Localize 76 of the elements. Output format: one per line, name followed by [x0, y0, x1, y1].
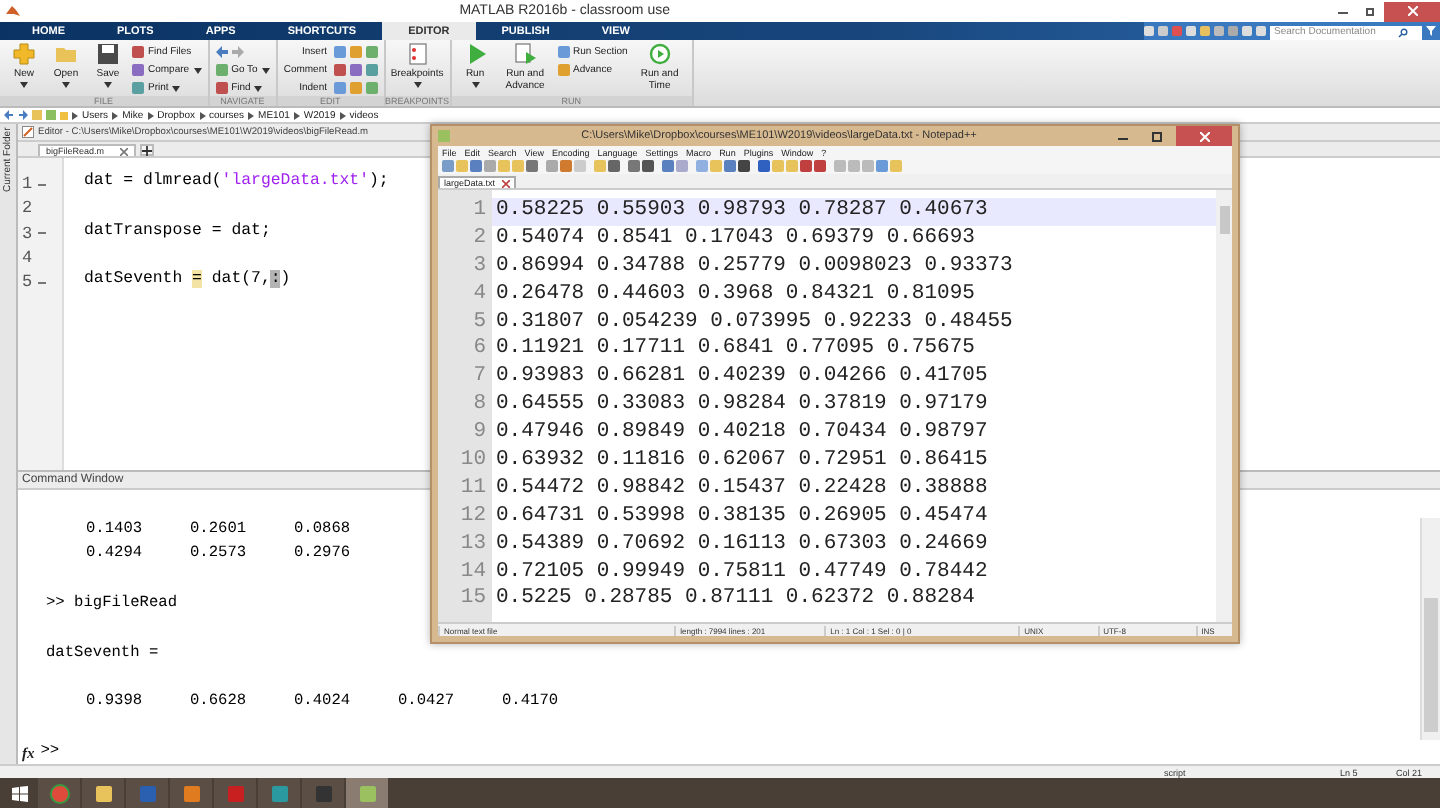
tool-icon-row[interactable] [333, 80, 378, 96]
scrollbar-thumb[interactable] [1219, 206, 1229, 234]
text-line: 0.47946 0.89849 0.40218 0.70434 0.98797 [494, 420, 990, 449]
code-line: datTranspose = dat; [84, 221, 273, 244]
chevron-icon [147, 111, 154, 119]
close-button[interactable] [1176, 126, 1232, 146]
close-button[interactable] [1384, 1, 1440, 21]
text-line: 0.72105 0.99949 0.75811 0.47749 0.78442 [494, 559, 990, 587]
taskbar-button[interactable] [170, 778, 212, 808]
chevron-icon [72, 111, 78, 119]
code-line: datSeventh = dat(7,:) [84, 270, 293, 293]
new-tab-button[interactable] [140, 144, 155, 156]
text-line: 0.54472 0.98842 0.15437 0.22428 0.38888 [494, 475, 990, 504]
text-line: 0.86994 0.34788 0.25779 0.0098023 0.93373 [494, 253, 1015, 282]
navigation-arrows-icon[interactable] [4, 110, 28, 120]
save-icon [96, 42, 120, 66]
text-line: 0.54074 0.8541 0.17043 0.69379 0.66693 [494, 225, 977, 254]
play-document-icon [513, 42, 538, 66]
line-number: 11 [458, 475, 488, 504]
close-icon[interactable] [501, 179, 510, 187]
text-line: 0.63932 0.11816 0.62067 0.72951 0.86415 [494, 448, 990, 476]
line-number: 3 [22, 223, 33, 244]
breakpoint-marker[interactable] [38, 183, 47, 186]
windows-logo-icon [11, 785, 27, 801]
line-number: 4 [471, 281, 488, 310]
breakpoint-marker[interactable] [38, 232, 47, 235]
line-number: 4 [22, 248, 33, 269]
text-line: 0.11921 0.17711 0.6841 0.77095 0.75675 [494, 336, 977, 365]
scrollbar-thumb[interactable] [1424, 598, 1438, 732]
line-number: 13 [458, 531, 488, 560]
clock-play-icon [647, 42, 672, 66]
search-icon[interactable] [1398, 27, 1408, 37]
taskbar-button[interactable] [82, 778, 124, 808]
line-number: 12 [458, 503, 488, 532]
line-number: 8 [471, 392, 488, 421]
line-number: 1 [471, 198, 488, 226]
close-icon [1199, 131, 1209, 141]
close-icon [1407, 6, 1417, 16]
taskbar-button[interactable] [346, 778, 388, 808]
tool-icon-row[interactable] [333, 62, 378, 78]
text-line: 0.93983 0.66281 0.40239 0.04266 0.41705 [494, 364, 990, 393]
tool-icon-row[interactable] [333, 44, 378, 60]
plus-icon [142, 145, 153, 155]
line-number: 5 [471, 309, 488, 337]
plus-icon [12, 42, 36, 66]
text-line: 0.64555 0.33083 0.98284 0.37819 0.97179 [494, 392, 990, 421]
chevron-icon [248, 111, 255, 119]
text-line: 0.26478 0.44603 0.3968 0.84321 0.81095 [494, 281, 977, 310]
line-number: 7 [471, 364, 488, 393]
close-icon[interactable] [120, 147, 129, 155]
chevron-icon [199, 111, 206, 119]
maximize-icon [1151, 131, 1161, 141]
restore-icon [1365, 6, 1375, 16]
line-number: 15 [458, 586, 488, 615]
line-number: 9 [471, 420, 488, 449]
line-number: 5 [22, 272, 33, 293]
code-line: dat = dlmread('largeData.txt'); [84, 172, 389, 194]
taskbar-button[interactable] [258, 778, 300, 808]
chevron-icon [339, 111, 346, 119]
chevron-icon [112, 111, 119, 119]
line-number: 1 [22, 174, 33, 195]
text-line: 0.54389 0.70692 0.16113 0.67303 0.24669 [494, 531, 990, 560]
line-number: 3 [471, 253, 488, 282]
line-number: 2 [22, 198, 33, 219]
app-logo-icon [6, 4, 20, 18]
breakpoint-marker[interactable] [38, 281, 47, 284]
line-number: 6 [471, 336, 488, 365]
filter-icon[interactable] [1426, 26, 1436, 36]
text-line: 0.64731 0.53998 0.38135 0.26905 0.45474 [494, 503, 990, 532]
line-number: 2 [471, 225, 488, 254]
text-line: 0.31807 0.054239 0.073995 0.92233 0.48455 [494, 309, 1015, 337]
chevron-icon [293, 111, 300, 119]
minimize-icon [1337, 6, 1347, 16]
text-line: 0.5225 0.28785 0.87111 0.62372 0.88284 [494, 586, 977, 615]
line-number: 10 [458, 448, 488, 476]
line-number: 14 [458, 559, 488, 587]
